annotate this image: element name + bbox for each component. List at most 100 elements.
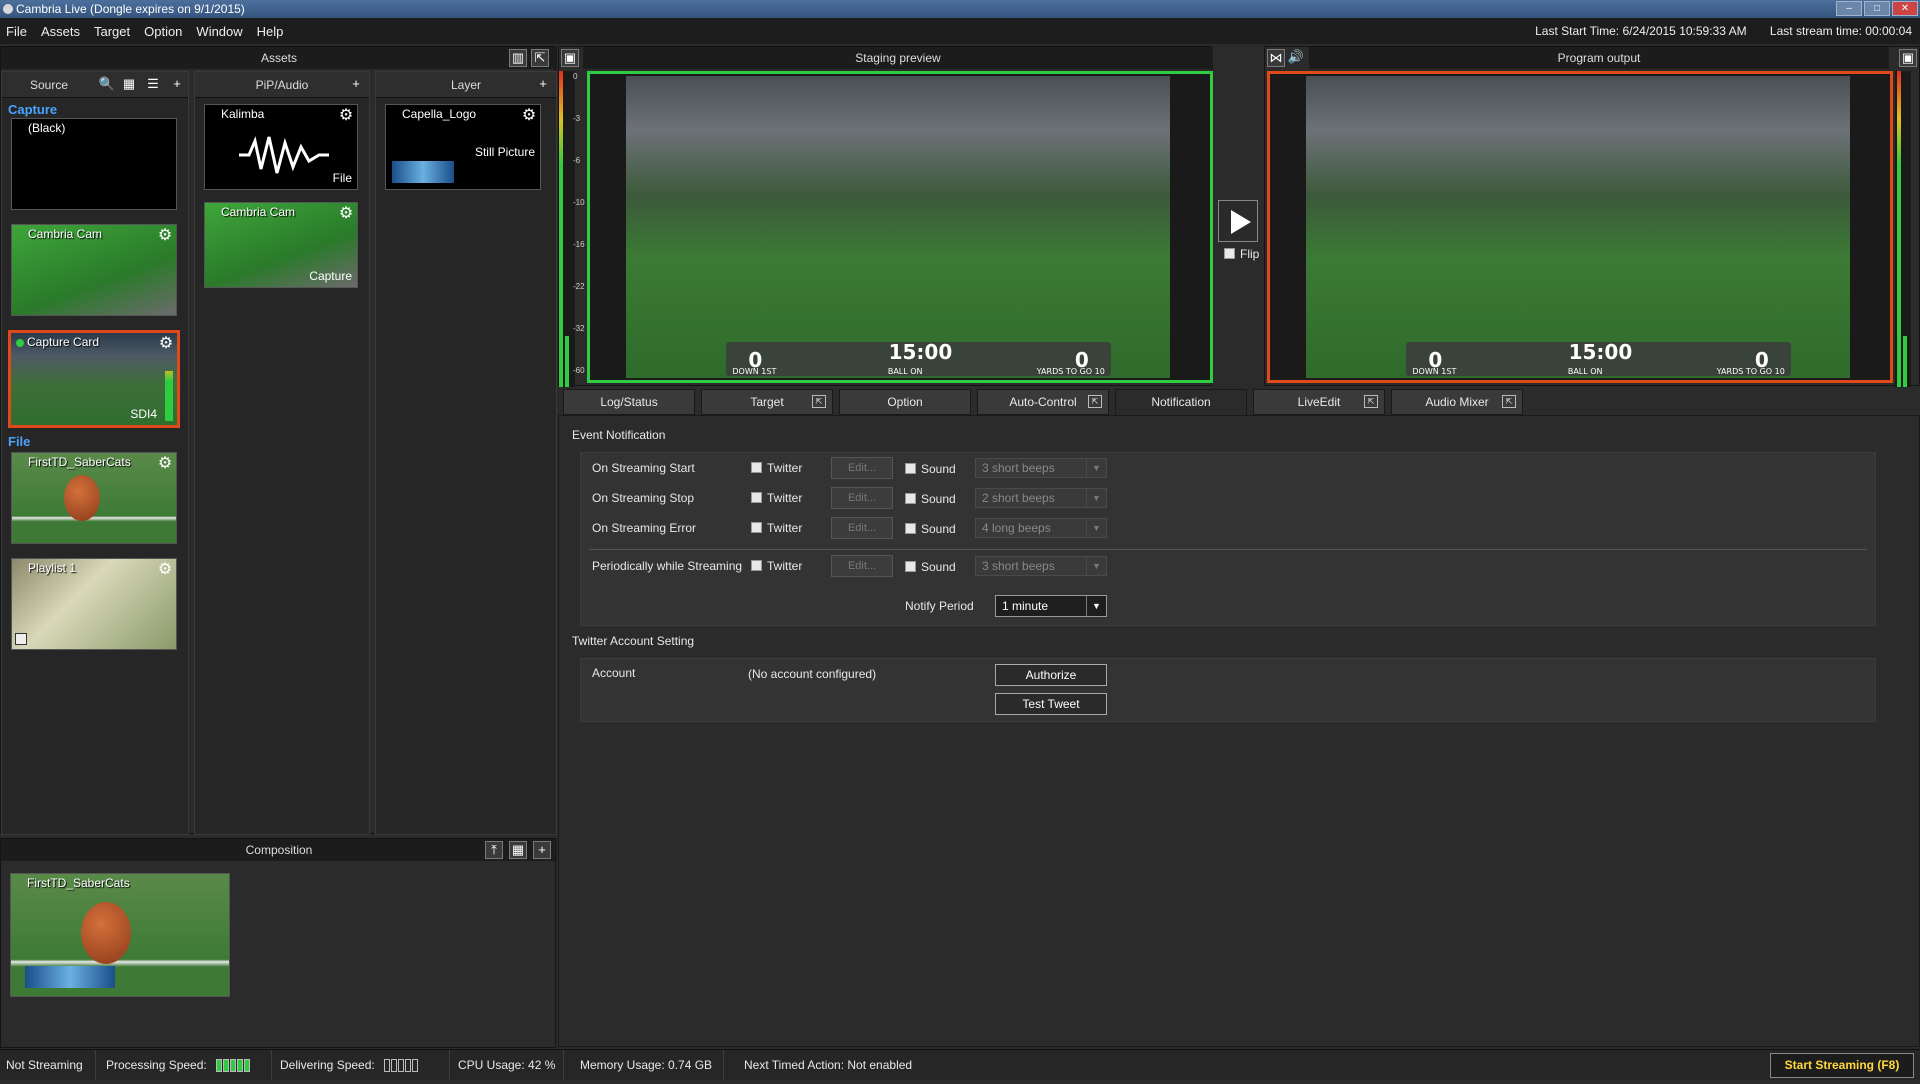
take-button[interactable] — [1218, 200, 1258, 242]
fit-icon[interactable]: ⋈ — [1267, 49, 1285, 67]
gear-icon[interactable]: ⚙ — [337, 205, 355, 223]
upload-icon[interactable]: ⤒ — [485, 841, 503, 859]
staging-layout-icon[interactable]: ▣ — [561, 49, 579, 67]
source-cambria-cam[interactable]: Cambria Cam ⚙ — [11, 224, 177, 316]
add-composition-icon[interactable]: + — [533, 841, 551, 859]
chevron-down-icon: ▼ — [1086, 459, 1106, 477]
add-layer-icon[interactable]: + — [534, 76, 552, 94]
edit-button[interactable]: Edit... — [831, 517, 893, 539]
gear-icon[interactable]: ⚙ — [157, 335, 175, 353]
list-view-icon[interactable]: ☰ — [144, 76, 162, 94]
flip-checkbox[interactable]: Flip — [1224, 247, 1259, 261]
popout-icon[interactable]: ⇱ — [1088, 395, 1102, 408]
popout-icon[interactable]: ⇱ — [812, 395, 826, 408]
notify-period-label: Notify Period — [905, 599, 974, 613]
pip-audio-label: PiP/Audio — [255, 78, 309, 92]
program-layout-icon[interactable]: ▣ — [1899, 49, 1917, 67]
beep-select[interactable]: 3 short beeps ▼ — [975, 556, 1107, 576]
twitter-checkbox[interactable]: Twitter — [751, 457, 802, 479]
add-pip-icon[interactable]: + — [347, 76, 365, 94]
event-label: On Streaming Error — [592, 521, 697, 535]
tab-auto-control[interactable]: Auto-Control ⇱ — [977, 389, 1109, 415]
add-source-icon[interactable]: + — [168, 76, 186, 94]
source-capture-card[interactable]: Capture Card ⚙ SDI4 — [8, 330, 180, 428]
source-column: Source 🔍 ▦ ☰ + Capture (Black) Cambria C… — [1, 71, 189, 835]
gear-icon[interactable]: ⚙ — [337, 107, 355, 125]
menu-assets[interactable]: Assets — [41, 24, 80, 39]
flip-check-box[interactable] — [1224, 248, 1235, 259]
search-icon[interactable]: 🔍 — [98, 76, 116, 94]
menu-help[interactable]: Help — [257, 24, 284, 39]
authorize-button[interactable]: Authorize — [995, 664, 1107, 686]
edit-button[interactable]: Edit... — [831, 457, 893, 479]
tab-notification[interactable]: Notification — [1115, 389, 1247, 415]
gear-icon[interactable]: ⚙ — [156, 561, 174, 579]
chevron-down-icon: ▼ — [1086, 489, 1106, 507]
minimize-button[interactable]: – — [1836, 1, 1862, 16]
tab-liveedit[interactable]: LiveEdit ⇱ — [1253, 389, 1385, 415]
check-box[interactable] — [751, 462, 762, 473]
column-view-icon[interactable]: ▥ — [509, 49, 527, 67]
check-box[interactable] — [905, 493, 916, 504]
start-streaming-button[interactable]: Start Streaming (F8) — [1770, 1053, 1914, 1078]
twitter-checkbox[interactable]: Twitter — [751, 517, 802, 539]
check-box[interactable] — [751, 522, 762, 533]
edit-button[interactable]: Edit... — [831, 487, 893, 509]
check-box[interactable] — [905, 463, 916, 474]
event-notification-section: On Streaming Start Twitter Edit... Sound… — [580, 452, 1876, 626]
down-label: DOWN 1ST — [1412, 367, 1457, 376]
beep-select[interactable]: 3 short beeps ▼ — [975, 458, 1107, 478]
menu-file[interactable]: File — [6, 24, 27, 39]
staging-video[interactable]: 0 15:00 0 DOWN 1ST BALL ON YARDS TO GO 1… — [587, 71, 1213, 383]
twitter-checkbox[interactable]: Twitter — [751, 487, 802, 509]
tab-audio-mixer[interactable]: Audio Mixer ⇱ — [1391, 389, 1523, 415]
source-capture-card-label: Capture Card — [27, 335, 100, 349]
sound-checkbox[interactable]: Sound — [905, 458, 956, 480]
composition-item-label: FirstTD_SaberCats — [27, 876, 130, 890]
test-tweet-button[interactable]: Test Tweet — [995, 693, 1107, 715]
gear-icon[interactable]: ⚙ — [156, 227, 174, 245]
source-black-label: (Black) — [28, 121, 66, 135]
popout-icon[interactable]: ⇱ — [531, 49, 549, 67]
check-box[interactable] — [905, 523, 916, 534]
grid-icon[interactable]: ▦ — [509, 841, 527, 859]
beep-select[interactable]: 2 short beeps ▼ — [975, 488, 1107, 508]
layer-capella-logo[interactable]: Capella_Logo ⚙ Still Picture — [385, 104, 541, 190]
maximize-button[interactable]: □ — [1864, 1, 1890, 16]
check-box[interactable] — [751, 560, 762, 571]
tab-label: Option — [887, 395, 923, 409]
tab-target[interactable]: Target ⇱ — [701, 389, 833, 415]
notify-period-select[interactable]: 1 minute ▼ — [995, 595, 1107, 617]
pip-kalimba[interactable]: Kalimba ⚙ File — [204, 104, 358, 190]
speaker-icon[interactable]: 🔊 — [1287, 49, 1305, 67]
account-label: Account — [592, 666, 636, 680]
pip-cambria-cam[interactable]: Cambria Cam ⚙ Capture — [204, 202, 358, 288]
grid-view-icon[interactable]: ▦ — [120, 76, 138, 94]
source-firsttd-sabercats[interactable]: FirstTD_SaberCats ⚙ — [11, 452, 177, 544]
composition-panel: Composition ⤒ ▦ + FirstTD_SaberCats — [0, 838, 557, 1048]
program-video[interactable]: 0 15:00 0 DOWN 1ST BALL ON YARDS TO GO 1… — [1267, 71, 1893, 383]
tab-label: Auto-Control — [1009, 395, 1077, 409]
popout-icon[interactable]: ⇱ — [1364, 395, 1378, 408]
check-box[interactable] — [905, 561, 916, 572]
menu-target[interactable]: Target — [94, 24, 130, 39]
tab-log-status[interactable]: Log/Status — [563, 389, 695, 415]
sound-checkbox[interactable]: Sound — [905, 556, 956, 578]
edit-button[interactable]: Edit... — [831, 555, 893, 577]
composition-item[interactable]: FirstTD_SaberCats — [10, 873, 230, 997]
staging-panel: ▣ Staging preview 0 -3 -6 -10 -16 -22 -3… — [558, 46, 1213, 387]
menu-option[interactable]: Option — [144, 24, 182, 39]
gear-icon[interactable]: ⚙ — [156, 455, 174, 473]
sound-checkbox[interactable]: Sound — [905, 488, 956, 510]
check-box[interactable] — [751, 492, 762, 503]
close-button[interactable]: ✕ — [1892, 1, 1918, 16]
tab-option[interactable]: Option — [839, 389, 971, 415]
gear-icon[interactable]: ⚙ — [520, 107, 538, 125]
source-black[interactable]: (Black) — [11, 118, 177, 210]
source-playlist-1[interactable]: Playlist 1 ⚙ — [11, 558, 177, 650]
popout-icon[interactable]: ⇱ — [1502, 395, 1516, 408]
sound-checkbox[interactable]: Sound — [905, 518, 956, 540]
menu-window[interactable]: Window — [196, 24, 242, 39]
beep-select[interactable]: 4 long beeps ▼ — [975, 518, 1107, 538]
twitter-checkbox[interactable]: Twitter — [751, 555, 802, 577]
